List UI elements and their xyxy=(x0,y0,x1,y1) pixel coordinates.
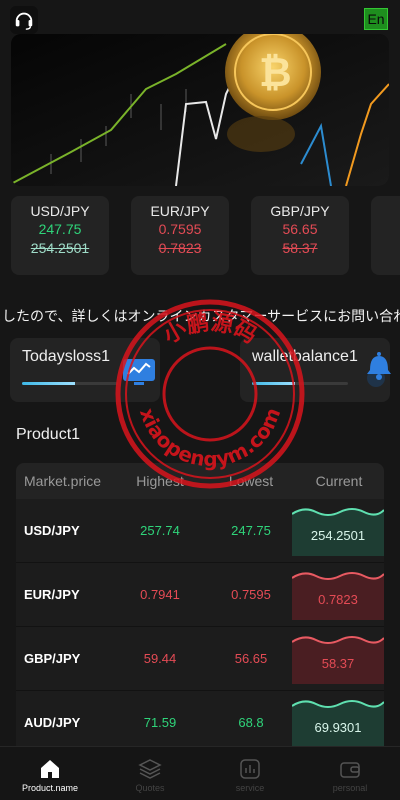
table-row[interactable]: AUD/JPY 71.59 68.8 69.9301 xyxy=(16,691,384,753)
ticker-price: 247.75 xyxy=(38,221,82,237)
tab-label: Product.name xyxy=(21,783,79,793)
tab-label: service xyxy=(235,783,265,793)
svg-text:xiaopengym.com: xiaopengym.com xyxy=(135,404,285,471)
section-title: Product1 xyxy=(16,426,81,443)
row-pair: EUR/JPY xyxy=(24,587,80,602)
current-sparkline: 0.7823 xyxy=(292,570,384,620)
ticker-price: 0.7595 xyxy=(158,221,202,237)
tab-product[interactable]: Product.name xyxy=(0,747,100,800)
ticker-card[interactable]: USD/JPY 247.75 254.2501 xyxy=(11,196,109,275)
layers-icon xyxy=(138,759,162,779)
bottom-tab-bar: Product.name Quotes service personal xyxy=(0,746,400,800)
notice-marquee: ましたので、詳しくはオンラインカスタマーサービスにお問い合わ xyxy=(0,306,400,326)
wallet-balance-label: walletbalance1 xyxy=(252,348,358,365)
language-button[interactable]: En xyxy=(364,8,388,30)
ticker-pair: EUR/JPY xyxy=(150,203,210,219)
tab-label: Quotes xyxy=(135,783,165,793)
row-high: 71.59 xyxy=(143,715,177,730)
row-high: 257.74 xyxy=(140,523,180,538)
wallet-icon xyxy=(340,762,360,778)
monitor-chart-icon xyxy=(123,359,155,385)
home-icon xyxy=(41,760,59,778)
table-row[interactable]: EUR/JPY 0.7941 0.7595 0.7823 xyxy=(16,563,384,627)
row-high: 59.44 xyxy=(143,651,177,666)
row-high: 0.7941 xyxy=(140,587,180,602)
todays-loss-bar xyxy=(22,382,118,385)
ticker-card[interactable]: GBP/JPY 56.65 58.37 xyxy=(251,196,349,275)
bell-icon xyxy=(367,352,391,387)
market-table: Market.price Highest Lowest Current USD/… xyxy=(16,463,384,753)
column-header: Market.price xyxy=(24,473,102,489)
current-sparkline: 58.37 xyxy=(292,634,384,684)
ticker-card-partial[interactable] xyxy=(371,196,400,275)
wallet-balance-card[interactable]: walletbalance1 xyxy=(240,338,391,402)
row-current: 0.7823 xyxy=(318,591,358,607)
row-current: 69.9301 xyxy=(314,719,362,735)
todays-loss-card[interactable]: Todaysloss1 xyxy=(10,338,160,402)
table-row[interactable]: USD/JPY 257.74 247.75 254.2501 xyxy=(16,499,384,563)
chart-box-icon xyxy=(240,759,260,779)
row-low: 247.75 xyxy=(231,523,271,538)
current-sparkline: 254.2501 xyxy=(292,506,384,556)
table-header: Market.price Highest Lowest Current xyxy=(16,463,384,499)
row-low: 56.65 xyxy=(234,651,268,666)
table-row[interactable]: GBP/JPY 59.44 56.65 58.37 xyxy=(16,627,384,691)
tab-personal[interactable]: personal xyxy=(300,747,400,800)
tab-service[interactable]: service xyxy=(200,747,300,800)
column-header: Lowest xyxy=(228,473,274,489)
headset-icon xyxy=(15,12,33,30)
svg-text:₿: ₿ xyxy=(259,50,292,96)
ticker-previous: 0.7823 xyxy=(158,240,202,256)
tab-quotes[interactable]: Quotes xyxy=(100,747,200,800)
row-pair: GBP/JPY xyxy=(24,651,81,666)
wallet-balance-bar xyxy=(252,382,348,385)
column-header: Current xyxy=(315,473,363,489)
current-sparkline: 69.9301 xyxy=(292,698,384,748)
row-pair: AUD/JPY xyxy=(24,715,81,730)
column-header: Highest xyxy=(136,473,184,489)
ticker-previous: 254.2501 xyxy=(30,240,90,256)
ticker-price: 56.65 xyxy=(282,221,318,237)
notice-text: ましたので、詳しくはオンラインカスタマーサービスにお問い合わ xyxy=(0,308,400,324)
row-current: 58.37 xyxy=(321,655,355,671)
support-button[interactable] xyxy=(10,6,38,34)
ticker-pair: USD/JPY xyxy=(30,203,90,219)
hero-banner: ₿ xyxy=(11,34,389,186)
ticker-pair: GBP/JPY xyxy=(270,203,330,219)
ticker-strip: USD/JPY 247.75 254.2501 EUR/JPY 0.7595 0… xyxy=(0,196,400,276)
row-pair: USD/JPY xyxy=(24,523,80,538)
row-current: 254.2501 xyxy=(310,527,366,543)
tab-label: personal xyxy=(332,783,368,793)
row-low: 0.7595 xyxy=(231,587,271,602)
ticker-card[interactable]: EUR/JPY 0.7595 0.7823 xyxy=(131,196,229,275)
ticker-previous: 58.37 xyxy=(282,240,318,256)
row-low: 68.8 xyxy=(238,715,264,730)
todays-loss-label: Todaysloss1 xyxy=(22,348,111,365)
